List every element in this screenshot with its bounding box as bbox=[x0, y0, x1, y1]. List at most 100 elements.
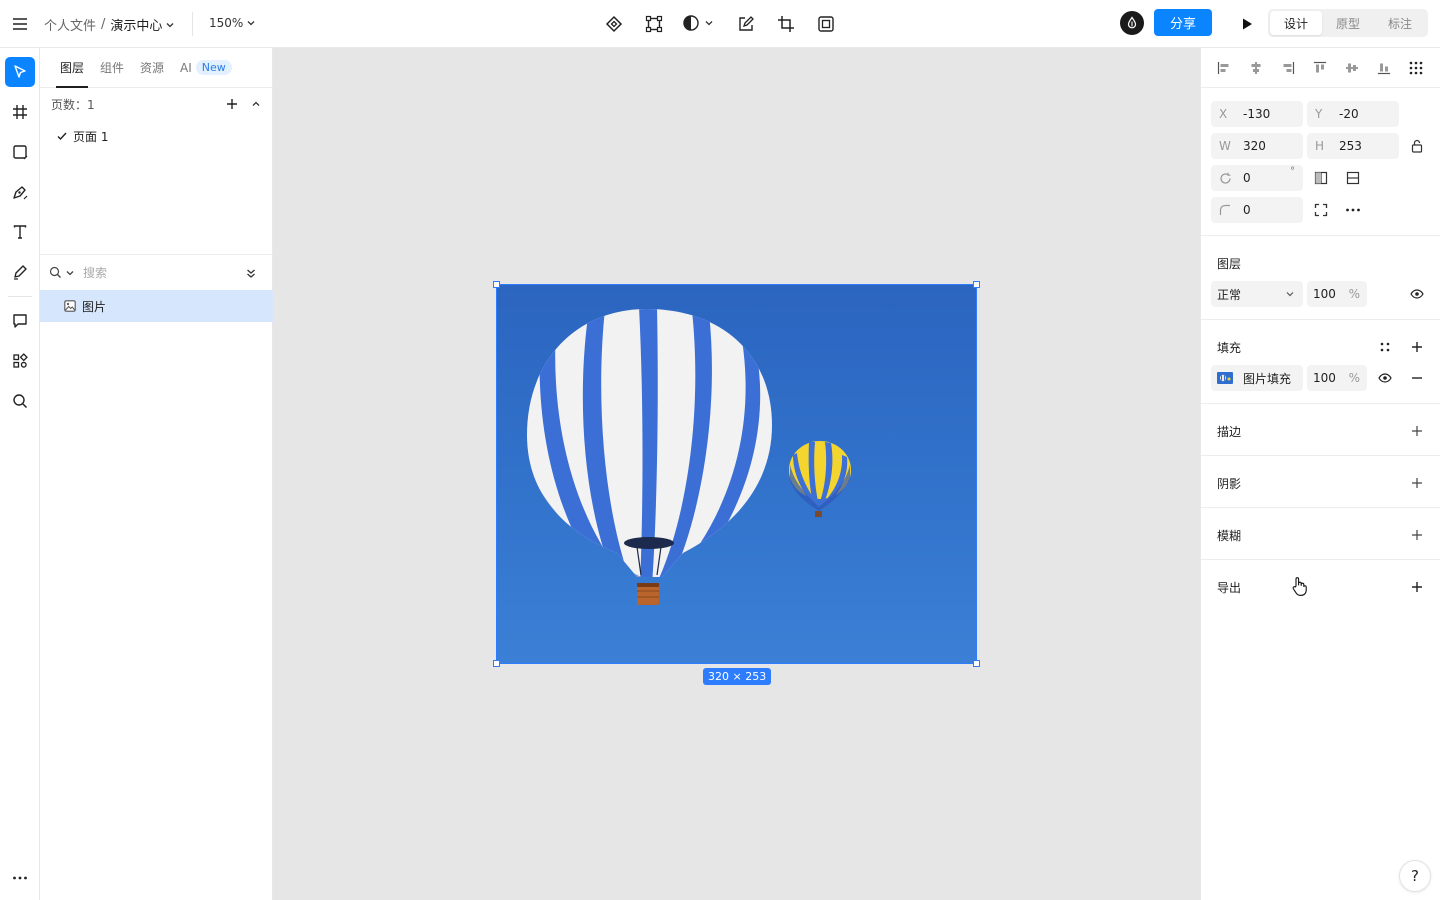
align-top-icon[interactable] bbox=[1308, 56, 1332, 80]
collapse-pages-icon[interactable] bbox=[242, 90, 270, 118]
flip-vertical-icon[interactable] bbox=[1341, 166, 1365, 190]
frame-tool-icon[interactable] bbox=[5, 97, 35, 127]
top-bar: 个人文件 / 演示中心 150% 分享 设计 原型 标注 bbox=[0, 0, 1440, 48]
fill-opacity-field[interactable]: 100 % bbox=[1307, 365, 1367, 391]
w-label: W bbox=[1219, 139, 1231, 153]
stroke-section-title: 描边 bbox=[1217, 425, 1242, 439]
more-options-icon[interactable] bbox=[1341, 198, 1365, 222]
comment-tool-icon[interactable] bbox=[5, 306, 35, 336]
breadcrumb: 个人文件 / 演示中心 bbox=[44, 15, 175, 34]
shadow-section: 阴影 bbox=[1201, 455, 1440, 507]
search-tool-icon[interactable] bbox=[5, 386, 35, 416]
component-icon[interactable] bbox=[600, 10, 628, 38]
independent-corners-icon[interactable] bbox=[1309, 198, 1333, 222]
breadcrumb-root[interactable]: 个人文件 bbox=[44, 15, 96, 34]
layer-row-image[interactable]: 图片 bbox=[40, 290, 273, 322]
resize-handle-bottom-right[interactable] bbox=[973, 660, 980, 667]
more-icon[interactable] bbox=[5, 863, 35, 893]
add-fill-icon[interactable] bbox=[1405, 335, 1429, 359]
play-icon[interactable] bbox=[1233, 10, 1261, 38]
zoom-select[interactable]: 150% bbox=[209, 16, 256, 30]
chevron-down-icon bbox=[1286, 292, 1294, 297]
corner-radius-field[interactable]: 0 bbox=[1211, 197, 1303, 223]
rotation-field[interactable]: 0 ° bbox=[1211, 165, 1303, 191]
style-grid-icon[interactable] bbox=[1373, 335, 1397, 359]
fill-opacity-value: 100 bbox=[1313, 371, 1336, 385]
align-left-icon[interactable] bbox=[1212, 56, 1236, 80]
search-input[interactable] bbox=[83, 265, 213, 280]
shadow-section-title: 阴影 bbox=[1217, 477, 1242, 491]
edit-image-icon[interactable] bbox=[732, 10, 760, 38]
add-export-icon[interactable] bbox=[1405, 575, 1429, 599]
chevron-down-icon bbox=[166, 22, 174, 27]
align-right-icon[interactable] bbox=[1276, 56, 1300, 80]
page-item[interactable]: 页面 1 bbox=[40, 124, 273, 148]
main-menu-icon[interactable] bbox=[6, 10, 34, 38]
resize-handle-top-left[interactable] bbox=[493, 281, 500, 288]
add-stroke-icon[interactable] bbox=[1405, 419, 1429, 443]
tab-design[interactable]: 设计 bbox=[1270, 11, 1322, 35]
tab-ai-label: AI bbox=[180, 60, 192, 75]
lock-ratio-icon[interactable] bbox=[1405, 134, 1429, 158]
search-icon[interactable] bbox=[49, 266, 62, 279]
remove-fill-icon[interactable] bbox=[1405, 366, 1429, 390]
width-field[interactable]: W 320 bbox=[1211, 133, 1303, 159]
mask-toggle[interactable] bbox=[682, 14, 714, 32]
tab-layers[interactable]: 图层 bbox=[52, 48, 92, 88]
chevron-down-icon[interactable] bbox=[65, 268, 75, 278]
user-avatar[interactable] bbox=[1120, 11, 1144, 35]
share-button[interactable]: 分享 bbox=[1154, 9, 1212, 36]
check-icon bbox=[57, 132, 67, 141]
layer-opacity-field[interactable]: 100 % bbox=[1307, 281, 1367, 307]
text-tool-icon[interactable] bbox=[5, 217, 35, 247]
tab-components[interactable]: 组件 bbox=[92, 48, 132, 88]
align-bottom-icon[interactable] bbox=[1372, 56, 1396, 80]
radius-value: 0 bbox=[1243, 203, 1251, 217]
align-center-h-icon[interactable] bbox=[1244, 56, 1268, 80]
add-shadow-icon[interactable] bbox=[1405, 471, 1429, 495]
tab-annotate[interactable]: 标注 bbox=[1374, 11, 1426, 35]
fill-type-field[interactable]: 图片填充 bbox=[1211, 365, 1303, 391]
blend-mode-value: 正常 bbox=[1217, 287, 1242, 302]
contrast-icon bbox=[683, 15, 699, 31]
height-field[interactable]: H 253 bbox=[1307, 133, 1399, 159]
layers-panel: 图层 组件 资源 AI New 页数：1 页面 1 图片 bbox=[40, 48, 273, 900]
breadcrumb-current[interactable]: 演示中心 bbox=[110, 15, 175, 34]
eye-icon[interactable] bbox=[1373, 366, 1397, 390]
move-tool-icon[interactable] bbox=[5, 57, 35, 87]
chevron-down-icon bbox=[247, 21, 255, 26]
image-layer[interactable] bbox=[496, 284, 977, 664]
pencil-tool-icon[interactable] bbox=[5, 257, 35, 287]
frame-selection-icon[interactable] bbox=[812, 10, 840, 38]
tab-assets[interactable]: 资源 bbox=[132, 48, 172, 88]
resize-handle-bottom-left[interactable] bbox=[493, 660, 500, 667]
align-center-v-icon[interactable] bbox=[1340, 56, 1364, 80]
plugins-tool-icon[interactable] bbox=[5, 346, 35, 376]
flip-horizontal-icon[interactable] bbox=[1309, 166, 1333, 190]
resize-handle-top-right[interactable] bbox=[973, 281, 980, 288]
percent-unit: % bbox=[1348, 371, 1360, 385]
canvas[interactable]: 320 × 253 bbox=[273, 48, 1200, 900]
tab-prototype[interactable]: 原型 bbox=[1322, 11, 1374, 35]
x-field[interactable]: X -130 bbox=[1211, 101, 1303, 127]
blend-mode-select[interactable]: 正常 bbox=[1211, 281, 1303, 307]
layer-search bbox=[40, 254, 273, 290]
drop-logo-icon bbox=[1127, 16, 1137, 29]
image-layer-icon bbox=[64, 300, 76, 312]
vector-edit-icon[interactable] bbox=[640, 10, 668, 38]
help-button[interactable]: ? bbox=[1399, 860, 1431, 892]
rectangle-tool-icon[interactable] bbox=[5, 137, 35, 167]
collapse-all-icon[interactable] bbox=[245, 267, 257, 279]
tab-ai[interactable]: AI New bbox=[172, 48, 240, 88]
y-field[interactable]: Y -20 bbox=[1307, 101, 1399, 127]
pen-tool-icon[interactable] bbox=[5, 177, 35, 207]
degree-unit: ° bbox=[1290, 166, 1295, 177]
distribute-icon[interactable] bbox=[1404, 56, 1428, 80]
y-label: Y bbox=[1315, 107, 1323, 121]
eye-icon[interactable] bbox=[1405, 282, 1429, 306]
mode-tabs: 设计 原型 标注 bbox=[1268, 9, 1428, 37]
crop-icon[interactable] bbox=[772, 10, 800, 38]
fill-type-label: 图片填充 bbox=[1243, 371, 1292, 386]
layer-opacity-value: 100 bbox=[1313, 287, 1336, 301]
add-blur-icon[interactable] bbox=[1405, 523, 1429, 547]
